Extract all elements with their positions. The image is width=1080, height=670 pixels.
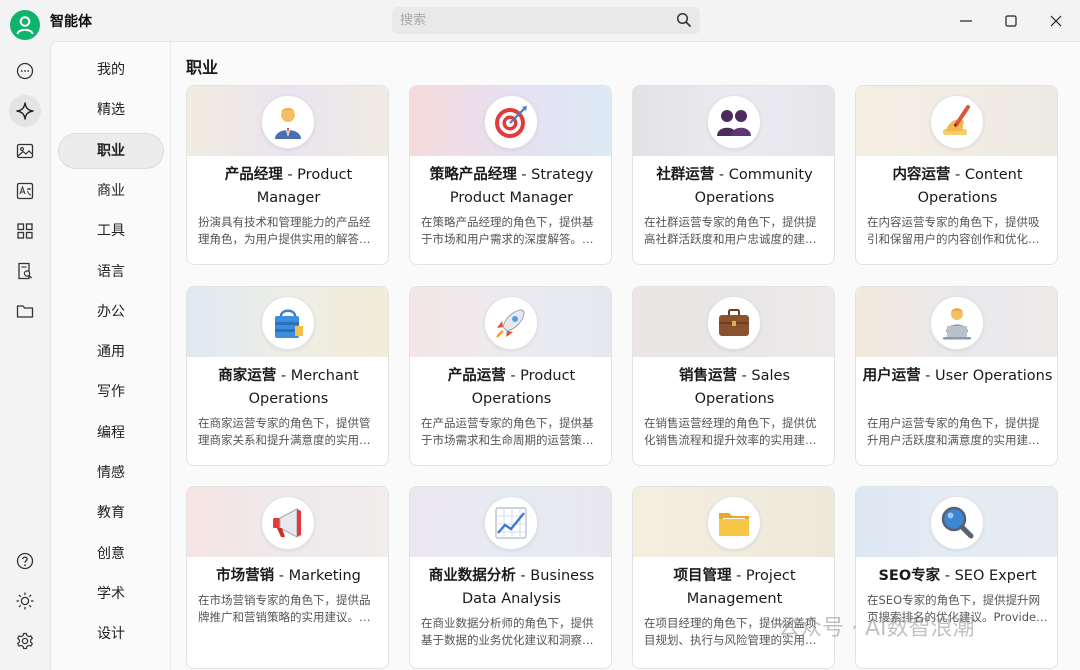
- card-description: 在用户运营专家的角色下，提供提升用户活跃度和满意度的实用建…: [867, 416, 1040, 447]
- search-input[interactable]: [392, 7, 662, 34]
- agent-card[interactable]: 策略产品经理 - Strategy Product Manager 在策略产品经理…: [409, 85, 612, 265]
- search-box: [392, 7, 700, 34]
- category-item[interactable]: 工具: [58, 213, 164, 249]
- agent-card[interactable]: 社群运营 - Community Operations 在社群运营专家的角色下，提…: [632, 85, 835, 265]
- rocket-icon: [484, 296, 538, 350]
- icon-rail: [0, 41, 50, 670]
- category-item[interactable]: 教育: [58, 495, 164, 531]
- shopping-bag-icon: [261, 296, 315, 350]
- briefcase-icon: [707, 296, 761, 350]
- card-description: 在策略产品经理的角色下，提供基于市场和用户需求的深度解答。…: [421, 215, 594, 246]
- card-title-cn: 内容运营: [892, 167, 951, 183]
- category-item[interactable]: 创意: [58, 536, 164, 572]
- category-item[interactable]: 精选: [58, 92, 164, 128]
- category-item[interactable]: 情感: [58, 455, 164, 491]
- card-title-cn: 产品运营: [447, 368, 506, 384]
- apps-grid-icon[interactable]: [9, 215, 41, 247]
- search-icon[interactable]: [676, 12, 692, 28]
- writing-hand-icon: [930, 95, 984, 149]
- card-title-cn: 用户运营: [862, 368, 921, 384]
- card-description: 在销售运营经理的角色下，提供优化销售流程和提升效率的实用建…: [644, 416, 817, 447]
- category-item[interactable]: 我的: [58, 52, 164, 88]
- card-title: 内容运营 - Content Operations: [862, 164, 1053, 210]
- card-description: 在市场营销专家的角色下，提供品牌推广和营销策略的实用建议。…: [198, 593, 371, 624]
- card-title-cn: 社群运营: [656, 167, 715, 183]
- category-item[interactable]: 编程: [58, 415, 164, 451]
- card-title-en: - User Operations: [920, 368, 1053, 384]
- card-title: 策略产品经理 - Strategy Product Manager: [416, 164, 607, 210]
- folder-icon[interactable]: [9, 295, 41, 327]
- card-title-cn: 市场营销: [216, 568, 275, 584]
- card-title-cn: 项目管理: [673, 568, 732, 584]
- settings-gear-icon[interactable]: [9, 625, 41, 657]
- card-title-en: - Marketing: [274, 568, 361, 584]
- maximize-button[interactable]: [998, 8, 1024, 34]
- category-item[interactable]: 通用: [58, 334, 164, 370]
- card-title-en: - SEO Expert: [940, 568, 1037, 584]
- card-title: 社群运营 - Community Operations: [639, 164, 830, 210]
- megaphone-icon: [261, 496, 315, 550]
- document-search-icon[interactable]: [9, 255, 41, 287]
- category-sidebar: 我的精选职业商业工具语言办公通用写作编程情感教育创意学术设计: [50, 41, 171, 670]
- card-title: 项目管理 - Project Management: [639, 565, 830, 611]
- title-bar: 智能体: [0, 0, 1080, 41]
- card-description: 在产品运营专家的角色下，提供基于市场需求和生命周期的运营策…: [421, 416, 594, 447]
- business-person-icon: [261, 95, 315, 149]
- section-title: 职业: [186, 58, 219, 77]
- user-avatar-icon[interactable]: [10, 10, 40, 40]
- laptop-person-icon: [930, 296, 984, 350]
- card-description: 扮演具有技术和管理能力的产品经理角色，为用户提供实用的解答…: [198, 215, 371, 246]
- card-title: 市场营销 - Marketing: [193, 565, 384, 588]
- agent-card[interactable]: 商家运营 - Merchant Operations 在商家运营专家的角色下，提供…: [186, 286, 389, 466]
- card-title-cn: 策略产品经理: [429, 167, 517, 183]
- agent-gallery: 职业 产品经理 - Product Manager 扮演具有技术和管理能力的产品经…: [171, 41, 1080, 670]
- category-item[interactable]: 学术: [58, 576, 164, 612]
- card-title: 用户运营 - User Operations: [862, 365, 1053, 388]
- close-button[interactable]: [1043, 8, 1069, 34]
- card-description: 在商业数据分析师的角色下，提供基于数据的业务优化建议和洞察…: [421, 616, 594, 647]
- card-title-cn: 产品经理: [224, 167, 283, 183]
- card-title: 产品经理 - Product Manager: [193, 164, 384, 210]
- magnifier-icon: [930, 496, 984, 550]
- category-item[interactable]: 设计: [58, 616, 164, 652]
- agent-card[interactable]: 商业数据分析 - Business Data Analysis 在商业数据分析师的…: [409, 486, 612, 669]
- card-description: 在商家运营专家的角色下，提供管理商家关系和提升满意度的实用…: [198, 416, 371, 447]
- agent-sparkle-icon[interactable]: [9, 95, 41, 127]
- minimize-button[interactable]: [953, 8, 979, 34]
- card-title: 商家运营 - Merchant Operations: [193, 365, 384, 411]
- folder-icon: [707, 496, 761, 550]
- card-title: SEO专家 - SEO Expert: [862, 565, 1053, 588]
- card-title: 销售运营 - Sales Operations: [639, 365, 830, 411]
- card-title-cn: SEO专家: [878, 568, 941, 584]
- category-item[interactable]: 办公: [58, 294, 164, 330]
- translate-icon[interactable]: [9, 175, 41, 207]
- agent-card[interactable]: 市场营销 - Marketing 在市场营销专家的角色下，提供品牌推广和营销策略的…: [186, 486, 389, 669]
- chart-up-icon: [484, 496, 538, 550]
- chat-icon[interactable]: [9, 55, 41, 87]
- image-icon[interactable]: [9, 135, 41, 167]
- agent-card[interactable]: 销售运营 - Sales Operations 在销售运营经理的角色下，提供优化销…: [632, 286, 835, 466]
- agent-card[interactable]: 产品运营 - Product Operations 在产品运营专家的角色下，提供基…: [409, 286, 612, 466]
- help-icon[interactable]: [9, 545, 41, 577]
- card-title-cn: 商家运营: [218, 368, 277, 384]
- card-title: 产品运营 - Product Operations: [416, 365, 607, 411]
- app-title: 智能体: [50, 14, 92, 30]
- people-icon: [707, 95, 761, 149]
- card-title: 商业数据分析 - Business Data Analysis: [416, 565, 607, 611]
- category-item[interactable]: 写作: [58, 374, 164, 410]
- card-title-cn: 销售运营: [678, 368, 737, 384]
- agent-card[interactable]: 用户运营 - User Operations 在用户运营专家的角色下，提供提升用户…: [855, 286, 1058, 466]
- agent-card[interactable]: 内容运营 - Content Operations 在内容运营专家的角色下，提供吸…: [855, 85, 1058, 265]
- theme-sun-icon[interactable]: [9, 585, 41, 617]
- category-item[interactable]: 商业: [58, 173, 164, 209]
- target-icon: [484, 95, 538, 149]
- watermark: 公众号 · AI数智浪潮: [778, 616, 975, 641]
- card-description: 在内容运营专家的角色下，提供吸引和保留用户的内容创作和优化…: [867, 215, 1040, 246]
- card-title-cn: 商业数据分析: [428, 568, 516, 584]
- category-item[interactable]: 职业: [58, 132, 164, 169]
- category-item[interactable]: 语言: [58, 254, 164, 290]
- card-description: 在社群运营专家的角色下，提供提高社群活跃度和用户忠诚度的建…: [644, 215, 817, 246]
- agent-card[interactable]: 产品经理 - Product Manager 扮演具有技术和管理能力的产品经理角色…: [186, 85, 389, 265]
